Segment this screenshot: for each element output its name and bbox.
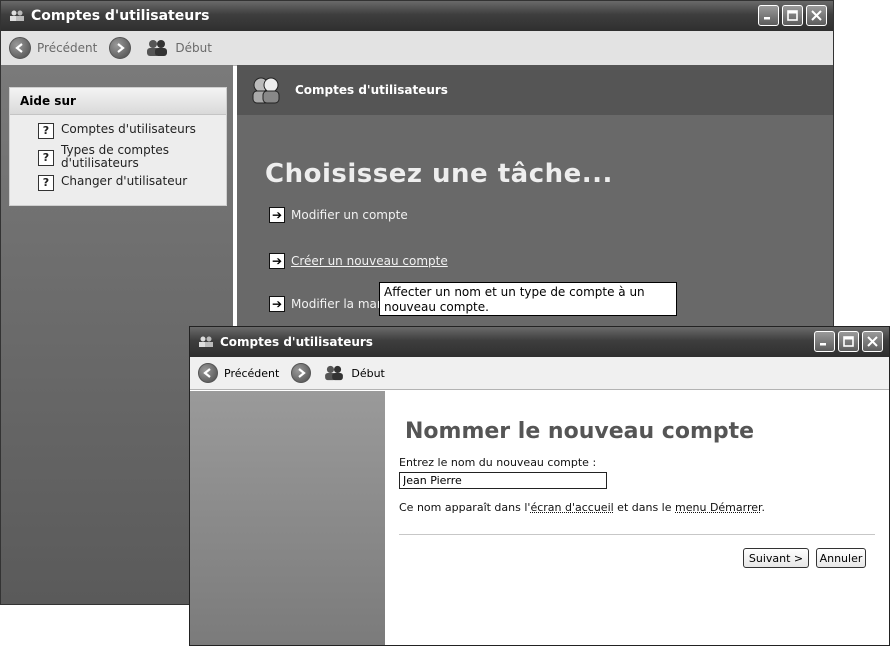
minimize-button[interactable] [814, 331, 835, 352]
help-link-label: Changer d'utilisateur [61, 174, 188, 188]
main-header-title: Comptes d'utilisateurs [295, 83, 448, 97]
title-bar[interactable]: Comptes d'utilisateurs [1, 1, 833, 31]
help-link-comptes[interactable]: ? Comptes d'utilisateurs [38, 123, 226, 139]
close-button[interactable] [806, 5, 827, 26]
maximize-button[interactable] [782, 5, 803, 26]
hint-prefix: Ce nom apparaît dans l' [399, 501, 531, 514]
back-arrow-icon [9, 37, 31, 59]
page-title: Nommer le nouveau compte [405, 419, 755, 444]
main-pane: Nommer le nouveau compte Entrez le nom d… [385, 391, 889, 645]
help-link-label: Types de comptes d'utilisateurs [61, 143, 170, 170]
minimize-icon [764, 17, 770, 20]
users-home-icon [325, 365, 344, 381]
home-label: Début [351, 366, 385, 380]
navigation-toolbar: Précédent Début [190, 357, 889, 390]
task-label: Modifier un compte [291, 208, 408, 222]
tooltip: Affecter un nom et un type de compte à u… [379, 282, 677, 316]
arrow-right-icon: ➔ [269, 253, 285, 269]
maximize-icon [787, 10, 798, 21]
users-header-icon [252, 77, 280, 104]
forward-button[interactable] [291, 363, 312, 383]
back-button[interactable]: Précédent [198, 363, 279, 383]
home-button[interactable]: Début [323, 365, 385, 381]
home-button[interactable]: Début [145, 39, 212, 57]
forward-arrow-icon [291, 363, 312, 383]
window-title: Comptes d'utilisateurs [31, 8, 210, 24]
close-button[interactable] [862, 331, 883, 352]
title-bar[interactable]: Comptes d'utilisateurs [190, 327, 889, 357]
help-link-label: Comptes d'utilisateurs [61, 122, 196, 136]
users-icon [199, 336, 213, 347]
separator [399, 534, 875, 535]
arrow-right-icon: ➔ [269, 296, 285, 312]
hint-middle: et dans le [613, 501, 676, 514]
task-sidebar [190, 391, 385, 645]
navigation-toolbar: Précédent Début [1, 31, 833, 66]
close-icon [811, 10, 822, 21]
back-arrow-icon [198, 363, 218, 383]
help-panel-header: Aide sur [10, 88, 226, 115]
help-link-types[interactable]: ? Types de comptes d'utilisateurs [38, 144, 226, 170]
help-question-icon: ? [38, 150, 54, 166]
home-label: Début [175, 41, 212, 55]
arrow-right-icon: ➔ [269, 207, 285, 223]
account-name-input[interactable] [399, 472, 607, 489]
back-label: Précédent [224, 366, 280, 380]
cancel-button[interactable]: Annuler [816, 548, 866, 568]
hint-suffix: . [761, 501, 766, 514]
help-question-icon: ? [38, 175, 54, 191]
help-question-icon: ? [38, 123, 54, 139]
back-label: Précédent [37, 41, 98, 55]
maximize-icon [843, 336, 854, 347]
name-hint: Ce nom apparaît dans l'écran d'accueil e… [399, 501, 765, 514]
start-menu-link[interactable]: menu Démarrer [675, 501, 762, 514]
main-header: Comptes d'utilisateurs [237, 65, 833, 115]
close-icon [867, 336, 878, 347]
maximize-button[interactable] [838, 331, 859, 352]
page-title: Choisissez une tâche... [265, 159, 613, 189]
task-label: Créer un nouveau compte [291, 254, 448, 268]
minimize-button[interactable] [758, 5, 779, 26]
help-link-changer[interactable]: ? Changer d'utilisateur [38, 175, 226, 191]
users-icon [10, 10, 24, 21]
new-account-window: Comptes d'utilisateurs Précédent Début N… [189, 326, 890, 646]
users-home-icon [147, 40, 168, 56]
forward-button[interactable] [109, 37, 132, 59]
forward-arrow-icon [109, 37, 132, 59]
task-create-account[interactable]: ➔ Créer un nouveau compte [269, 253, 448, 269]
help-panel: Aide sur ? Comptes d'utilisateurs ? Type… [9, 87, 227, 206]
name-field-label: Entrez le nom du nouveau compte : [399, 456, 597, 469]
back-button[interactable]: Précédent [9, 37, 97, 59]
next-button[interactable]: Suivant > [743, 548, 809, 568]
welcome-screen-link[interactable]: écran d'accueil [530, 501, 613, 514]
minimize-icon [820, 343, 826, 346]
window-title: Comptes d'utilisateurs [220, 335, 373, 349]
task-modify-account[interactable]: ➔ Modifier un compte [269, 207, 408, 223]
